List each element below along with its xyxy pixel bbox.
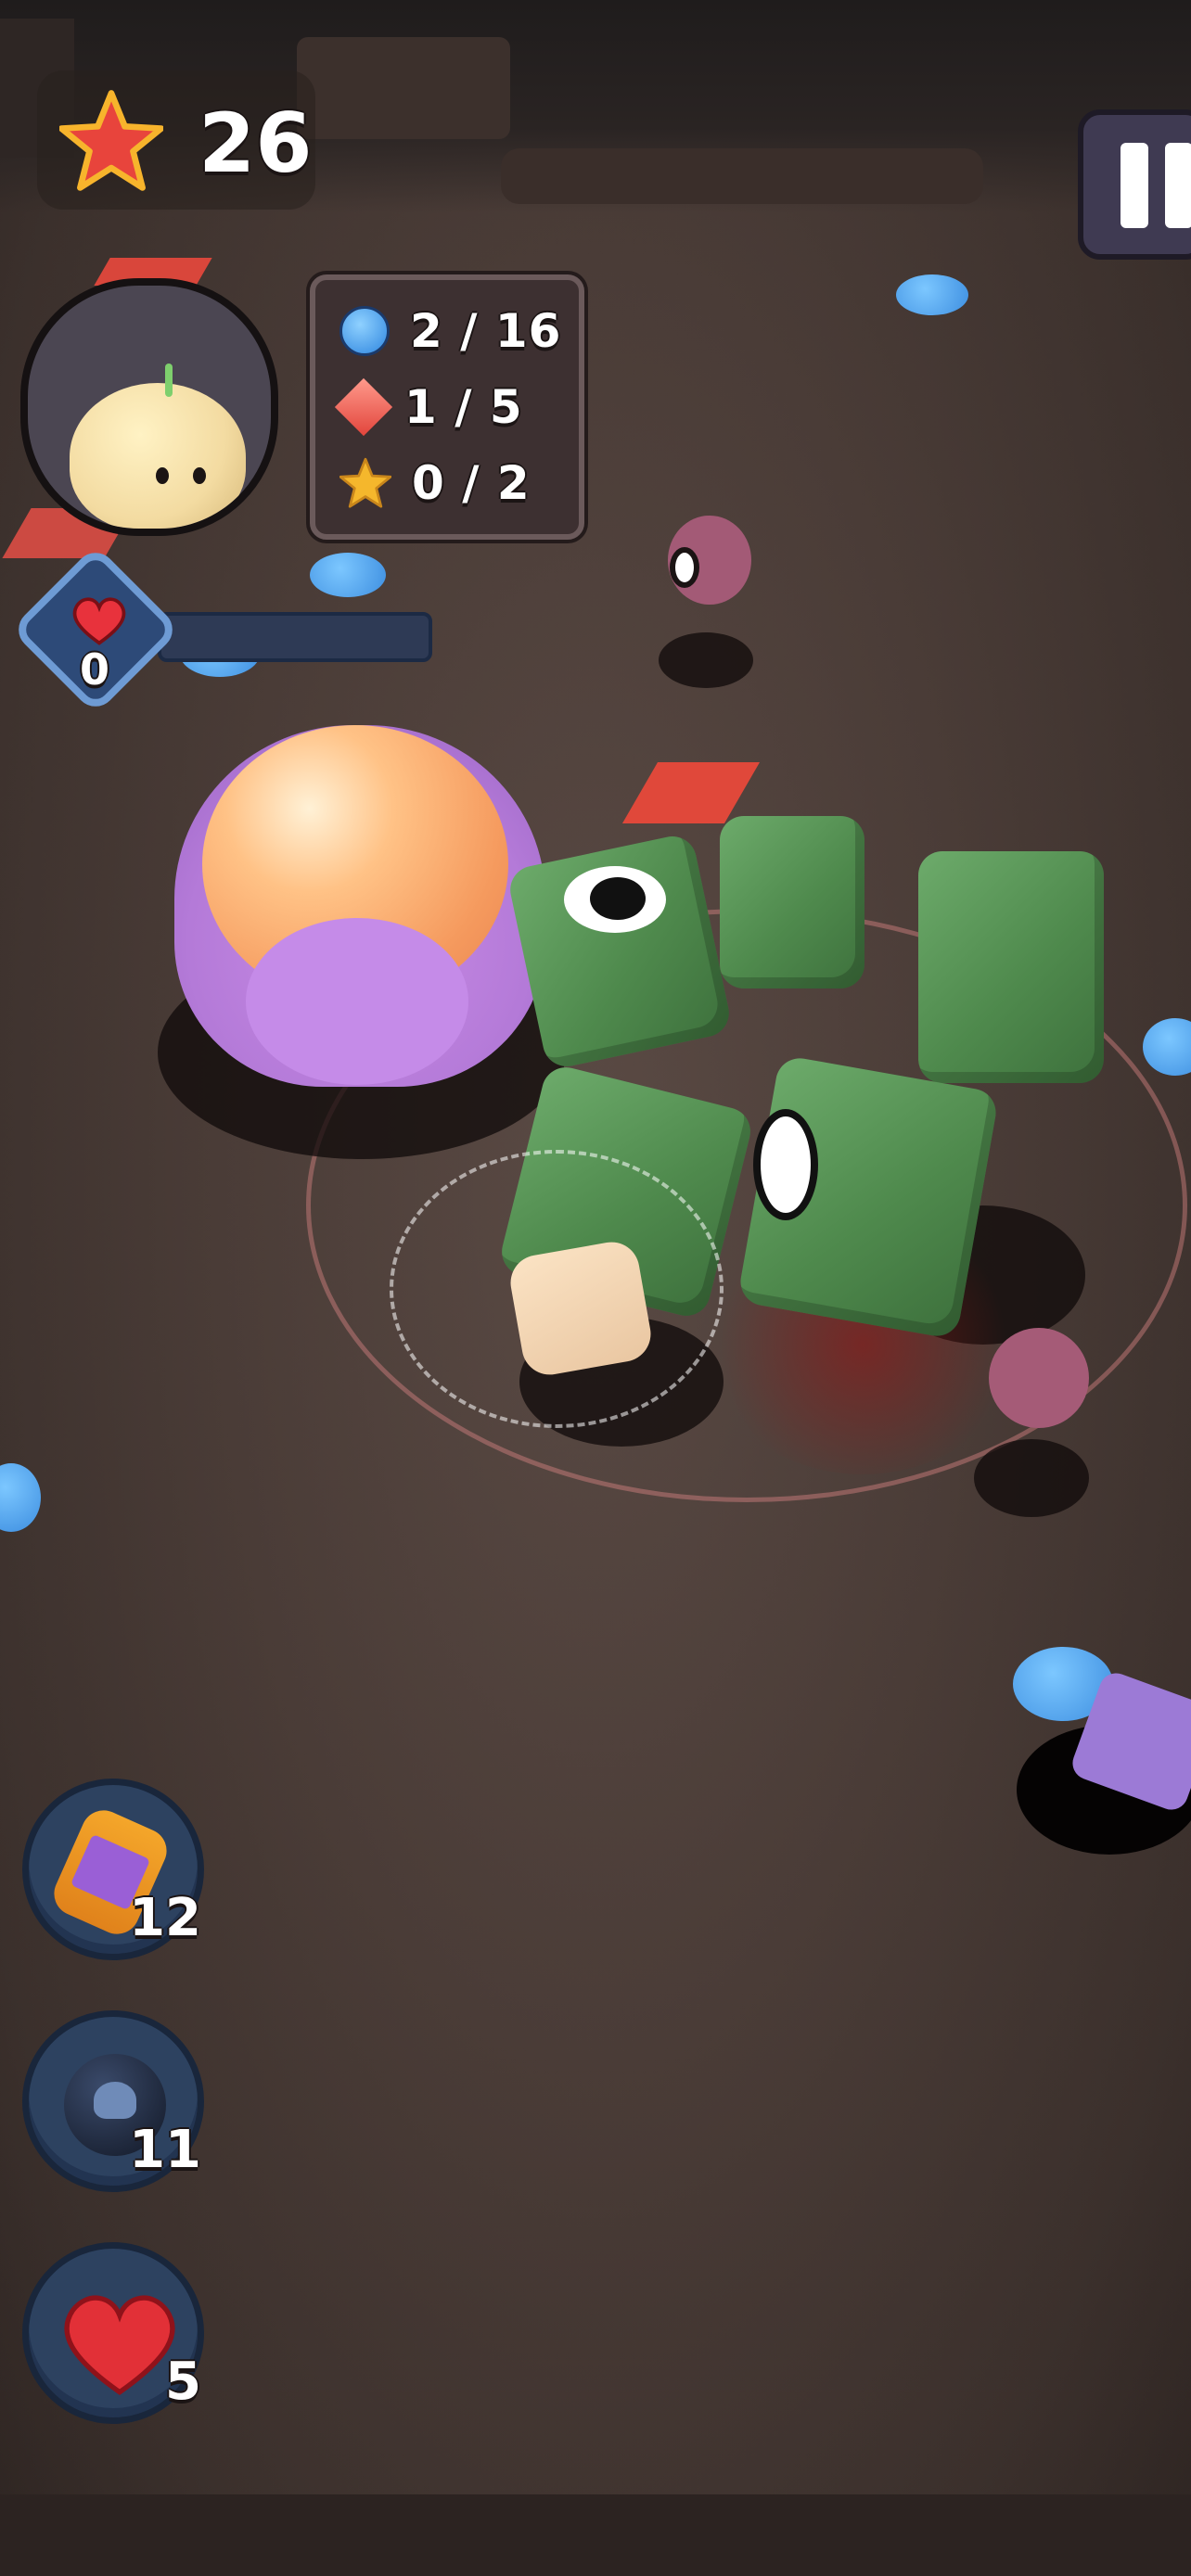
star-icon — [58, 89, 165, 193]
item-count: 5 — [165, 2352, 201, 2412]
pod-petal — [246, 918, 468, 1085]
avatar-eye — [193, 467, 206, 484]
blue-orb-pickup — [0, 1463, 41, 1532]
item-count: 12 — [129, 1888, 201, 1948]
cliff-rock — [501, 148, 983, 204]
item-button-bomb[interactable]: 11 — [22, 2010, 204, 2192]
score-value: 26 — [198, 96, 313, 191]
sprout-icon — [165, 363, 173, 397]
avatar-eye — [156, 467, 169, 484]
health-bar — [158, 612, 432, 662]
collectible-count: 2 / 16 — [410, 304, 562, 358]
blue-orb-pickup — [310, 553, 386, 597]
item-count: 11 — [129, 2120, 201, 2180]
player-avatar — [20, 278, 278, 536]
hit-burst-effect — [390, 1150, 724, 1428]
green-cube-enemy — [918, 851, 1104, 1083]
blue-orb-icon — [339, 306, 390, 356]
ground-shadow — [974, 1439, 1089, 1517]
collectible-count: 1 / 5 — [404, 380, 523, 434]
collectibles-panel: 2 / 16 1 / 5 0 / 2 — [310, 274, 584, 540]
enemy-eye — [670, 547, 699, 588]
item-button-heart[interactable]: 5 — [22, 2242, 204, 2424]
ground-edge — [0, 2494, 1191, 2576]
cliff-rock — [297, 37, 510, 139]
cube-eye — [753, 1109, 818, 1220]
pause-icon — [1121, 143, 1191, 228]
blue-orb-pickup — [1143, 1018, 1191, 1076]
red-gem-pickup — [621, 762, 761, 823]
collectible-row: 1 / 5 — [334, 375, 562, 440]
cube-pupil — [590, 877, 646, 920]
blue-orb-pickup — [896, 274, 968, 315]
collectible-row: 0 / 2 — [339, 451, 562, 516]
health-value: 0 — [80, 644, 110, 695]
green-cube-enemy — [720, 816, 864, 988]
item-button-energy[interactable]: 12 — [22, 1779, 204, 1960]
heart-icon — [70, 593, 128, 645]
heart-icon — [57, 2286, 183, 2397]
collectible-count: 0 / 2 — [412, 456, 531, 510]
gold-star-icon — [339, 457, 392, 509]
avatar-face — [70, 383, 246, 529]
ground-shadow — [659, 632, 753, 688]
skull-icon — [94, 2082, 136, 2119]
collectible-row: 2 / 16 — [339, 299, 562, 363]
red-gem-icon — [334, 377, 393, 437]
pause-button[interactable] — [1078, 109, 1191, 260]
pink-blob-enemy — [989, 1328, 1089, 1428]
